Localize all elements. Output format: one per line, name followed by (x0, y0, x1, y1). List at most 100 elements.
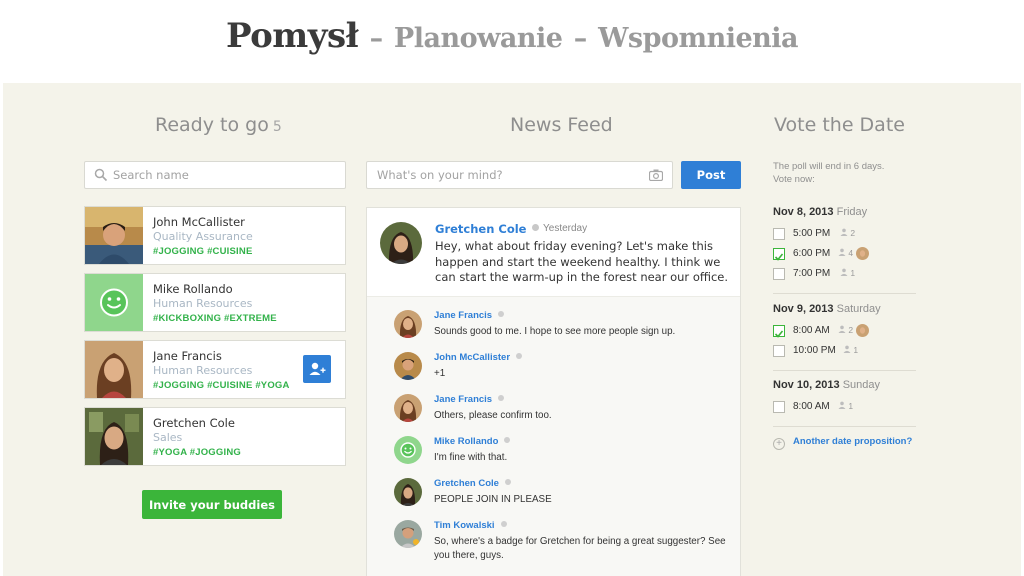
vote-count: 2 (838, 325, 853, 335)
add-user-icon (309, 362, 326, 375)
option-checkbox[interactable] (773, 401, 785, 413)
person-role: Quality Assurance (153, 230, 253, 243)
ready-title: Ready to go (155, 114, 269, 136)
option-time: 8:00 AM (793, 401, 830, 412)
search-icon (94, 168, 108, 182)
title-separator: – (573, 23, 588, 54)
option-time: 8:00 AM (793, 325, 830, 336)
compose-box (366, 161, 673, 189)
comment-author-link[interactable]: John McCallister (434, 352, 523, 363)
avatar (85, 341, 143, 398)
comments-list: Jane Francis Sounds good to me. I hope t… (367, 296, 740, 576)
person-name: Gretchen Cole (153, 416, 235, 430)
person-role: Human Resources (153, 297, 253, 310)
another-date-label: Another date proposition? (793, 436, 913, 447)
poll-info: The poll will end in 6 days. Vote now: (773, 160, 884, 186)
option-checkbox-checked[interactable] (773, 248, 785, 261)
person-card-jane-francis[interactable]: Jane Francis Human Resources #JOGGING #C… (84, 340, 346, 399)
status-input[interactable] (377, 162, 637, 188)
vote-count-value: 1 (853, 345, 859, 355)
vote-count: 1 (838, 401, 853, 411)
poll-option[interactable]: 5:00 PM 2 (773, 228, 893, 242)
person-name: Mike Rollando (153, 282, 233, 296)
avatar (394, 436, 422, 464)
add-user-button[interactable] (303, 355, 331, 383)
poll-option[interactable]: 10:00 PM 1 (773, 345, 893, 359)
poll-date-value: Nov 10, 2013 (773, 379, 840, 391)
person-card-john-mccallister[interactable]: John McCallister Quality Assurance #JOGG… (84, 206, 346, 265)
comment-text: PEOPLE JOIN IN PLEASE (434, 494, 552, 505)
poll-option[interactable]: 6:00 PM 4 (773, 247, 893, 262)
slide-title: Pomysł – Planowanie – Wspomnienia (0, 16, 1024, 56)
comment-author: Tim Kowalski (434, 520, 495, 531)
person-icon (843, 345, 851, 353)
poll-ends-text: The poll will end in 6 days. (773, 161, 885, 172)
plus-icon: + (773, 438, 785, 450)
person-icon (840, 268, 848, 276)
option-time: 7:00 PM (793, 268, 831, 279)
poll-date: Nov 10, 2013 Sunday (773, 379, 880, 391)
avatar (394, 520, 422, 548)
divider (773, 370, 916, 371)
option-checkbox[interactable] (773, 345, 785, 357)
comment-author: Gretchen Cole (434, 478, 499, 489)
another-date-link[interactable]: + Another date proposition? (773, 436, 912, 450)
checkmark-icon (774, 253, 784, 261)
voter-avatar (856, 247, 869, 260)
option-time: 10:00 PM (793, 345, 836, 356)
person-card-mike-rollando[interactable]: Mike Rollando Human Resources #KICKBOXIN… (84, 273, 346, 332)
feed-post: Gretchen Cole Yesterday Hey, what about … (367, 208, 740, 296)
option-checkbox[interactable] (773, 228, 785, 240)
ready-count: 5 (272, 119, 282, 135)
title-planowanie: Planowanie (393, 23, 563, 54)
clock-icon (504, 437, 511, 443)
person-card-gretchen-cole[interactable]: Gretchen Cole Sales #YOGA #JOGGING (84, 407, 346, 466)
person-icon (838, 401, 846, 409)
post-button[interactable]: Post (681, 161, 741, 189)
comment-text: So, where's a badge for Gretchen for bei… (434, 536, 726, 561)
camera-icon[interactable] (649, 169, 663, 181)
poll-day-of-week: Friday (836, 206, 868, 218)
ready-to-go-heading: Ready to go 5 (155, 114, 282, 136)
divider (773, 426, 916, 427)
comment-author-link[interactable]: Jane Francis (434, 310, 505, 321)
invite-buddies-button[interactable]: Invite your buddies (142, 490, 282, 519)
comment-author-link[interactable]: Mike Rollando (434, 436, 511, 447)
vote-count-value: 4 (848, 248, 854, 258)
comment-author: Jane Francis (434, 310, 493, 321)
smiley-icon (85, 274, 143, 331)
poll-option[interactable]: 8:00 AM 1 (773, 401, 893, 415)
comment-text: Sounds good to me. I hope to see more pe… (434, 326, 676, 337)
person-name: Jane Francis (153, 349, 222, 363)
person-tags: #YOGA #JOGGING (153, 447, 241, 458)
person-tags: #KICKBOXING #EXTREME (153, 313, 277, 324)
option-checkbox[interactable] (773, 268, 785, 280)
comment-text: I'm fine with that. (434, 452, 508, 463)
poll-option[interactable]: 8:00 AM 2 (773, 324, 893, 339)
clock-icon (498, 395, 505, 401)
search-input[interactable] (113, 162, 338, 188)
divider (773, 293, 916, 294)
avatar (394, 478, 422, 506)
avatar (394, 310, 422, 338)
title-separator: – (369, 23, 384, 54)
comment-author: Jane Francis (434, 394, 493, 405)
checkmark-icon (774, 330, 784, 338)
comment-author-link[interactable]: Tim Kowalski (434, 520, 507, 531)
comment-author-link[interactable]: Gretchen Cole (434, 478, 511, 489)
poll-day-of-week: Sunday (842, 379, 881, 391)
clock-icon (532, 224, 539, 231)
title-wspomnienia: Wspomnienia (598, 23, 799, 54)
comment-author-link[interactable]: Jane Francis (434, 394, 505, 405)
post-author-link[interactable]: Gretchen Cole (435, 222, 526, 236)
clock-icon (516, 353, 523, 359)
poll-date: Nov 8, 2013 Friday (773, 206, 867, 218)
clock-icon (500, 521, 507, 527)
option-checkbox-checked[interactable] (773, 325, 785, 338)
poll-option[interactable]: 7:00 PM 1 (773, 268, 893, 282)
person-icon (840, 228, 848, 236)
poll-date-value: Nov 8, 2013 (773, 206, 834, 218)
clock-icon (498, 311, 505, 317)
comment-text: Others, please confirm too. (434, 410, 552, 421)
person-name: John McCallister (153, 215, 245, 229)
